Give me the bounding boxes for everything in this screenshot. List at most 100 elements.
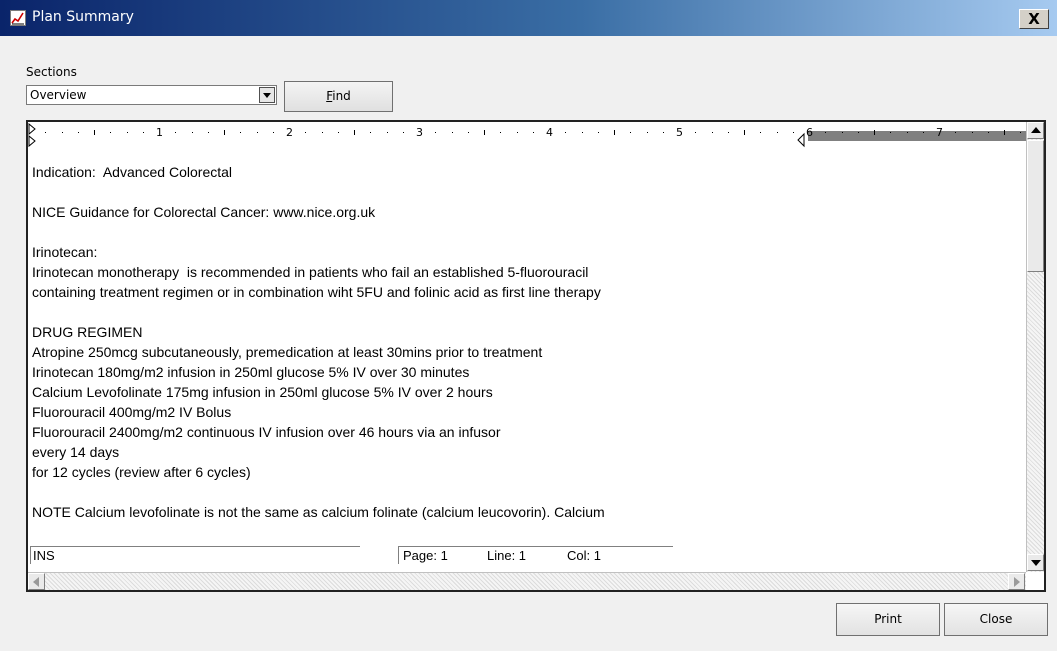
ruler-dot	[1020, 132, 1022, 133]
ruler-dot	[516, 132, 518, 133]
ruler-dot	[321, 132, 323, 133]
status-page: Page: 1	[403, 548, 448, 563]
ruler-dot	[240, 132, 242, 133]
find-button-label-rest: ind	[332, 89, 351, 103]
ruler-dot	[971, 132, 973, 133]
ruler-dot	[857, 132, 859, 133]
ruler-number: 7	[936, 126, 943, 139]
close-button[interactable]: Close	[944, 603, 1048, 636]
ruler-dot	[175, 132, 177, 133]
scroll-up-icon[interactable]	[1027, 122, 1044, 139]
ruler-half-tick	[614, 130, 615, 135]
document-line: every 14 days	[32, 444, 120, 460]
document-paragraph: NICE Guidance for Colorectal Cancer: www…	[32, 202, 1026, 222]
ruler-dot	[727, 132, 729, 133]
sections-label: Sections	[26, 65, 77, 79]
ruler-dot	[77, 132, 79, 133]
ruler-dot	[825, 132, 827, 133]
sections-selected-value: Overview	[30, 88, 87, 102]
ruler-dot	[305, 132, 307, 133]
status-col: Col: 1	[567, 548, 601, 563]
sections-dropdown[interactable]: Overview	[26, 85, 277, 105]
ruler-dot	[760, 132, 762, 133]
ruler-dot	[955, 132, 957, 133]
cursor-position: Page: 1 Line: 1 Col: 1	[398, 546, 673, 564]
vertical-scroll-thumb[interactable]	[1027, 140, 1044, 272]
plan-summary-editor[interactable]: 1 2 3 4 5 6 7 Indication: Advanced Colorectal N…	[26, 120, 1046, 592]
ruler-half-tick	[1004, 130, 1005, 135]
ruler-number: 1	[156, 126, 163, 139]
insert-mode-indicator: INS	[30, 546, 360, 564]
ruler-dot	[126, 132, 128, 133]
ruler-number: 3	[416, 126, 423, 139]
ruler-dot	[337, 132, 339, 133]
document-line: Indication: Advanced Colorectal	[32, 164, 233, 180]
scroll-down-icon[interactable]	[1027, 554, 1044, 571]
ruler-dot	[110, 132, 112, 133]
ruler-dot	[841, 132, 843, 133]
ruler-half-tick	[354, 130, 355, 135]
document-line: Fluorouracil 2400mg/m2 continuous IV inf…	[32, 424, 501, 440]
right-indent-marker-icon[interactable]	[796, 132, 806, 150]
left-indent-marker-icon[interactable]	[28, 122, 38, 148]
title-bar: Plan Summary X	[0, 0, 1057, 36]
ruler-number: 6	[806, 126, 813, 139]
document-line: Irinotecan:	[32, 244, 98, 260]
document-line: Calcium Levofolinate 175mg infusion in 2…	[32, 384, 493, 400]
ruler-dot	[402, 132, 404, 133]
vertical-scrollbar[interactable]	[1026, 122, 1044, 572]
print-button[interactable]: Print	[836, 603, 940, 636]
ruler-dot	[435, 132, 437, 133]
ruler[interactable]: 1 2 3 4 5 6 7	[28, 122, 1028, 150]
ruler-dot	[695, 132, 697, 133]
ruler-dot	[890, 132, 892, 133]
document-line: Irinotecan 180mg/m2 infusion in 250ml gl…	[32, 364, 470, 380]
ruler-dot	[61, 132, 63, 133]
document-line: NICE Guidance for Colorectal Cancer: www…	[32, 204, 376, 220]
ruler-dot	[467, 132, 469, 133]
find-button[interactable]: Find	[284, 81, 393, 112]
ruler-half-tick	[224, 130, 225, 135]
window-close-button[interactable]: X	[1019, 9, 1049, 29]
ruler-dot	[370, 132, 372, 133]
scroll-right-icon[interactable]	[1008, 573, 1025, 590]
status-line: Line: 1	[487, 548, 527, 563]
document-body[interactable]: Indication: Advanced Colorectal NICE Guid…	[32, 162, 1026, 544]
ruler-dot	[191, 132, 193, 133]
ruler-dot	[906, 132, 908, 133]
ruler-dot	[792, 132, 794, 133]
ruler-dot	[630, 132, 632, 133]
ruler-dot	[207, 132, 209, 133]
ruler-number: 5	[676, 126, 683, 139]
ruler-dot	[256, 132, 258, 133]
ruler-dot	[711, 132, 713, 133]
scroll-left-icon[interactable]	[28, 573, 45, 590]
chevron-down-icon[interactable]	[259, 87, 275, 103]
ruler-number: 4	[546, 126, 553, 139]
ruler-half-tick	[744, 130, 745, 135]
ruler-dot	[565, 132, 567, 133]
document-paragraph: NOTE Calcium levofolinate is not the sam…	[32, 502, 1026, 522]
document-line: for 12 cycles (review after 6 cycles)	[32, 464, 251, 480]
ruler-dot	[532, 132, 534, 133]
ruler-number: 2	[286, 126, 293, 139]
ruler-dot	[662, 132, 664, 133]
app-chart-icon	[10, 10, 26, 26]
document-line: containing treatment regimen or in combi…	[32, 284, 601, 300]
ruler-half-tick	[484, 130, 485, 135]
ruler-dot	[45, 132, 47, 133]
ruler-dot	[922, 132, 924, 133]
ruler-dot	[272, 132, 274, 133]
document-line: Atropine 250mcg subcutaneously, premedic…	[32, 344, 543, 360]
document-paragraph: Irinotecan: Irinotecan monotherapy is rec…	[32, 242, 1026, 302]
document-paragraph: DRUG REGIMEN Atropine 250mcg subcutaneous…	[32, 322, 1026, 482]
horizontal-scrollbar[interactable]	[28, 572, 1026, 590]
ruler-dot	[581, 132, 583, 133]
ruler-dot	[646, 132, 648, 133]
ruler-dot	[451, 132, 453, 133]
ruler-dot	[386, 132, 388, 133]
ruler-dot	[597, 132, 599, 133]
ruler-dot	[142, 132, 144, 133]
ruler-dot	[500, 132, 502, 133]
window-title: Plan Summary	[32, 9, 134, 25]
